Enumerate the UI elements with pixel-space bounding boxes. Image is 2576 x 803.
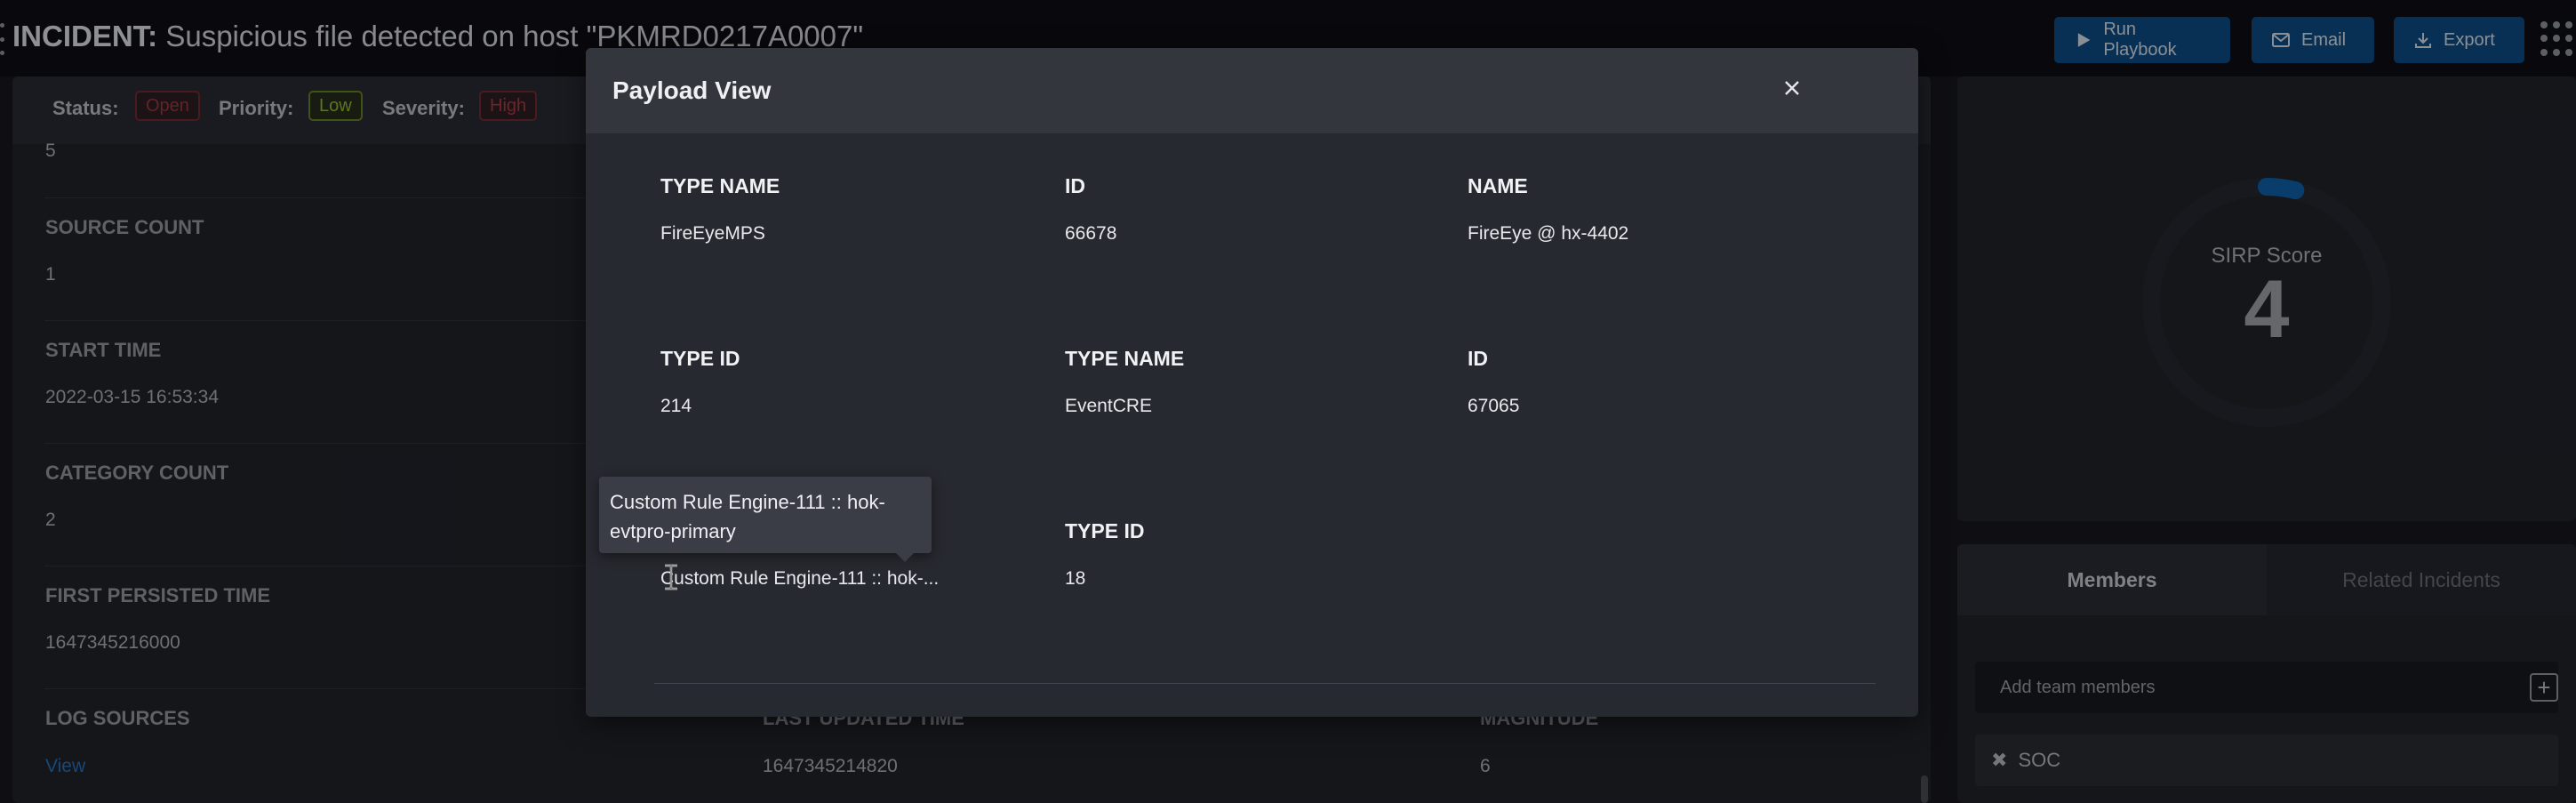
payload-field-label: NAME [1468,174,1528,197]
payload-field-label: TYPE NAME [660,174,780,197]
payload-field-value: 214 [660,396,692,416]
modal-title: Payload View [612,76,772,104]
payload-field-label: TYPE NAME [1065,347,1185,370]
payload-field-label: TYPE ID [1065,519,1145,542]
payload-field-label: ID [1468,347,1488,370]
payload-field-label: TYPE ID [660,347,740,370]
close-icon [1785,81,1799,95]
text-cursor-icon [665,564,677,590]
payload-field-value: EventCRE [1065,396,1153,416]
modal-divider [654,683,1876,684]
modal-header: Payload View [586,48,1918,133]
close-button[interactable] [1776,72,1808,104]
payload-field-value: 67065 [1468,396,1520,416]
payload-field-value: FireEye @ hx-4402 [1468,223,1629,244]
full-value-tooltip: Custom Rule Engine-111 :: hok-evtpro-pri… [599,477,932,562]
payload-field-label: ID [1065,174,1085,197]
payload-field-value-truncated[interactable]: Custom Rule Engine-111 :: hok-... [660,568,939,590]
payload-field-value: FireEyeMPS [660,223,765,244]
payload-view-modal: Payload View TYPE NAME FireEyeMPS ID 666… [586,48,1918,717]
payload-field-value: 18 [1065,568,1086,589]
payload-field-value: 66678 [1065,223,1117,244]
